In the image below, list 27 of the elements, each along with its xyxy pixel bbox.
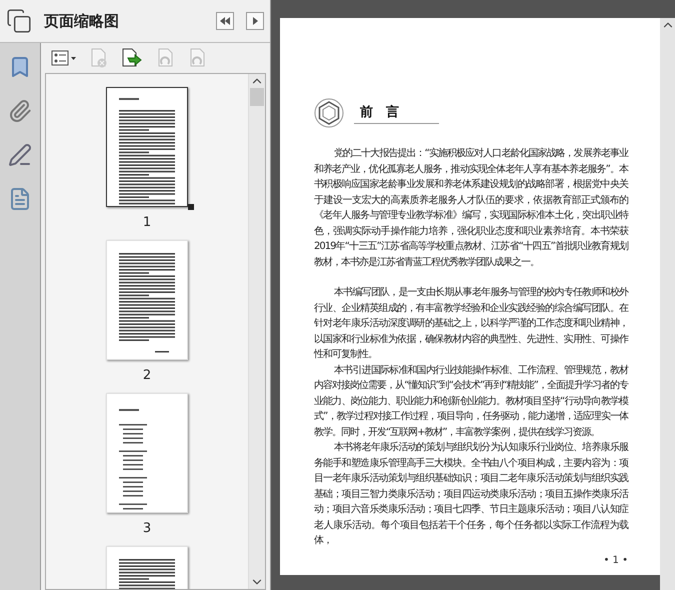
page-footer-number: • 1 •	[603, 554, 628, 566]
insert-button[interactable]	[121, 48, 143, 68]
paperclip-icon[interactable]	[8, 99, 32, 123]
body-paragraph: 本书编写团队，是一支由长期从事老年服务与管理的校内专任教师和校外行业、企业精英组成的，有丰富教学经验和企业实践经验的综合编写团队。在针对老年康乐活动深度调研的基础之上，以科学严谨的工作态度和职业精神，以国家和行业标准为依据，确保教材内容的典型性、先进性、实用性、可操作性和可复制性。	[314, 286, 628, 362]
page-number: 1	[142, 215, 152, 230]
panel-title: 页面缩略图	[44, 12, 120, 30]
body-paragraph: 本书将老年康乐活动的策划与组织划分为认知康乐行业岗位、培养康乐服务能手和塑造康乐管理高手三大模块。全书由八个项目构成，主要内容为：项目一老年康乐活动策划与组织基础知识；项目二老年康乐活动策划与组织实践基础；项目三智力类康乐活动；项目四运动类康乐活动；项目五操作类康乐活动；项目六音乐类康乐活动；项目七四季、节日主题康乐活动；项目八认知症老人康乐活动。每个项目包括若干个任务，每个任务都以实际工作流程为载体，	[314, 440, 628, 548]
right-triangle-icon	[250, 16, 260, 26]
resize-handle[interactable]	[188, 204, 194, 210]
body-paragraph: 党的二十大报告提出：“实施积极应对人口老龄化国家战略，发展养老事业和养老产业，优化孤寡老人服务，推动实现全体老年人享有基本养老服务”。本书积极响应国家老龄事业发展和养老体系建设规划的战略部署，根据党中央关于建设一支宏大的高素质养老服务人才队伍的要求，依据教育部正式颁布的《老年人服务与管理专业教学标准》编写，实现国际标准本土化，突出职业特色，强调实际动手操作能力培养，强化职业态度和职业素养培育。本书荣获2019年“十三五”江苏省高等学校重点教材、江苏省“十四五”首批职业教育规划教材，本书亦是江苏省青蓝工程优秀教学团队成果之一。	[314, 146, 628, 270]
delete-page-icon	[89, 48, 109, 68]
options-menu-button[interactable]	[246, 12, 264, 30]
signature-icon[interactable]	[8, 143, 32, 167]
pages-icon	[6, 8, 32, 34]
section-heading: 前 言	[354, 102, 439, 124]
body-paragraph: 本书引进国际标准和国内行业技能操作标准、工作流程、管理规范，教材内容对接岗位需要，从“懂知识”到“会技术”再到“精技能”，全面提升学习者的专业能力、岗位能力、职业能力和创新创业能力。教材项目坚持“行动导向教学模式”，教学过程对接工作过程，项目导向，任务驱动，能力递增，适应理实一体教学。同时，开发“互联网+教材”，丰富教学案例，提供在线学习资源。	[314, 364, 628, 440]
page-number: 3	[142, 521, 152, 536]
options-button[interactable]	[51, 50, 77, 66]
page-number: 2	[142, 368, 152, 383]
double-left-arrow-icon	[219, 16, 231, 26]
options-icon	[51, 50, 77, 66]
insert-page-icon	[121, 48, 143, 68]
page-thumbnail[interactable]	[106, 87, 188, 207]
scroll-thumb[interactable]	[250, 88, 264, 106]
collapse-button[interactable]	[216, 12, 234, 30]
document-scrollbar[interactable]	[660, 18, 675, 590]
scrollbar[interactable]	[248, 74, 265, 589]
